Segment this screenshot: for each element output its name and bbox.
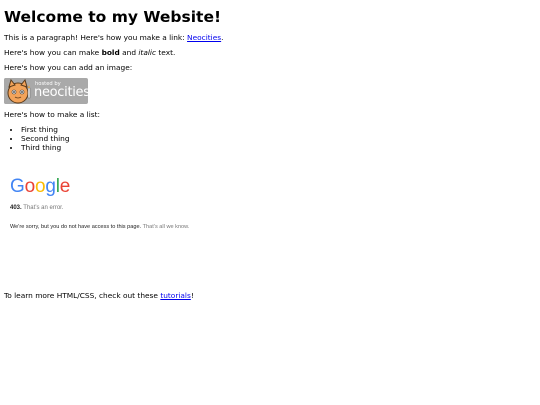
logo-letter: o: [34, 176, 46, 197]
logo-letter: G: [10, 176, 25, 197]
bullet-list: First thing Second thing Third thing: [4, 125, 70, 152]
paragraph-text: To learn more HTML/CSS, check out these: [4, 291, 161, 300]
error-code: 403.: [10, 205, 22, 211]
paragraph-text: This is a paragraph! Here's how you make…: [4, 33, 188, 42]
list-item: Third thing: [21, 143, 70, 152]
embedded-iframe[interactable]: Google 403. That’s an error. We're sorry…: [6, 168, 266, 268]
paragraph-text: .: [221, 33, 224, 42]
bold-text: bold: [101, 48, 120, 57]
neocities-link[interactable]: Neocities: [187, 33, 221, 42]
google-logo: Google: [10, 176, 70, 198]
paragraph-text: text.: [156, 48, 176, 57]
error-tail-text: That’s all we know.: [142, 224, 190, 230]
logo-letter: e: [59, 176, 71, 197]
logo-letter: o: [24, 176, 36, 197]
error-heading: 403. That’s an error.: [10, 204, 64, 212]
hosted-by-neocities-badge[interactable]: hosted by neocities: [4, 78, 88, 104]
paragraph-text: Here's how you can make: [4, 48, 102, 57]
list-item: First thing: [21, 125, 70, 134]
error-message: We're sorry, but you do not have access …: [10, 223, 189, 231]
page-content: Welcome to my Website! This is a paragra…: [4, 0, 536, 300]
list-item: Second thing: [21, 134, 70, 143]
paragraph-text: and: [119, 48, 139, 57]
paragraph-text: !: [190, 291, 194, 300]
paragraph-link: This is a paragraph! Here's how you make…: [4, 33, 223, 43]
error-message-text: We're sorry, but you do not have access …: [10, 224, 142, 230]
paragraph-list-intro: Here's how to make a list:: [4, 110, 100, 119]
paragraph-image-intro: Here's how you can add an image:: [4, 63, 133, 72]
logo-letter: g: [45, 176, 56, 197]
paragraph-formatting: Here's how you can make bold and italic …: [4, 48, 175, 58]
italic-text: italic: [138, 48, 157, 57]
error-short-text: That’s an error.: [23, 205, 64, 211]
badge-brand-text: neocities: [34, 85, 88, 100]
page-title: Welcome to my Website!: [4, 8, 222, 26]
neocities-cat-icon: [4, 78, 34, 104]
paragraph-tutorials: To learn more HTML/CSS, check out these …: [4, 291, 194, 301]
tutorials-link[interactable]: tutorials: [160, 291, 191, 300]
